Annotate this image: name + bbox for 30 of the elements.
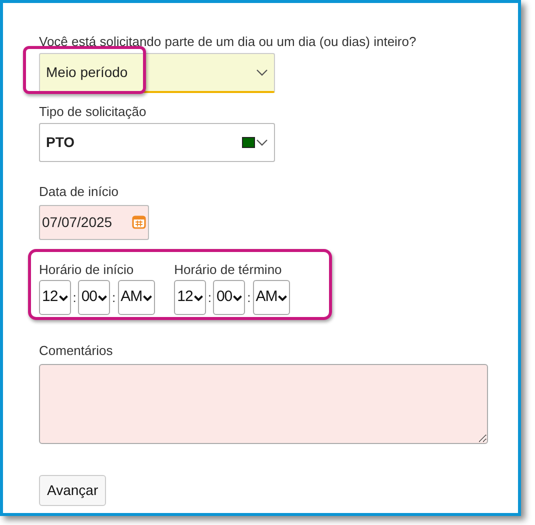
calendar-icon[interactable] xyxy=(132,215,146,229)
field-label: Comentários xyxy=(39,342,113,360)
field-label: Data de início xyxy=(39,183,118,201)
chevron-icon xyxy=(98,294,107,300)
time-separator: : xyxy=(72,288,76,307)
next-button[interactable]: Avançar xyxy=(39,474,106,506)
chevron-icon xyxy=(256,68,268,76)
comments-field[interactable] xyxy=(39,364,488,444)
time-separator: : xyxy=(247,288,251,307)
time-select[interactable]: AM xyxy=(252,280,290,315)
chevron-icon xyxy=(143,294,152,300)
chevron-icon xyxy=(278,294,288,300)
field-label: Você está solicitando parte de um dia ou um dia (ou dias) inteiro? xyxy=(39,33,416,51)
time-select[interactable]: 12 xyxy=(39,280,71,315)
request-type-select[interactable]: PTO xyxy=(39,123,275,162)
chevron-icon xyxy=(256,139,268,146)
time-select[interactable]: 00 xyxy=(78,280,110,315)
time-select[interactable]: 00 xyxy=(213,280,246,315)
field-label: Tipo de solicitação xyxy=(39,102,146,121)
chevron-icon xyxy=(233,294,242,300)
field-label: Horário de início xyxy=(39,260,134,278)
time-select[interactable]: AM xyxy=(118,280,156,315)
time-select[interactable]: 12 xyxy=(174,280,206,315)
chevron-icon xyxy=(58,294,68,300)
chevron-icon xyxy=(194,294,203,300)
date-field[interactable]: 07/07/2025 xyxy=(39,204,149,240)
time-separator: : xyxy=(112,288,116,307)
time-separator: : xyxy=(208,288,212,307)
day-type-select[interactable]: Meio período xyxy=(39,52,275,92)
field-label: Horário de término xyxy=(174,260,282,278)
